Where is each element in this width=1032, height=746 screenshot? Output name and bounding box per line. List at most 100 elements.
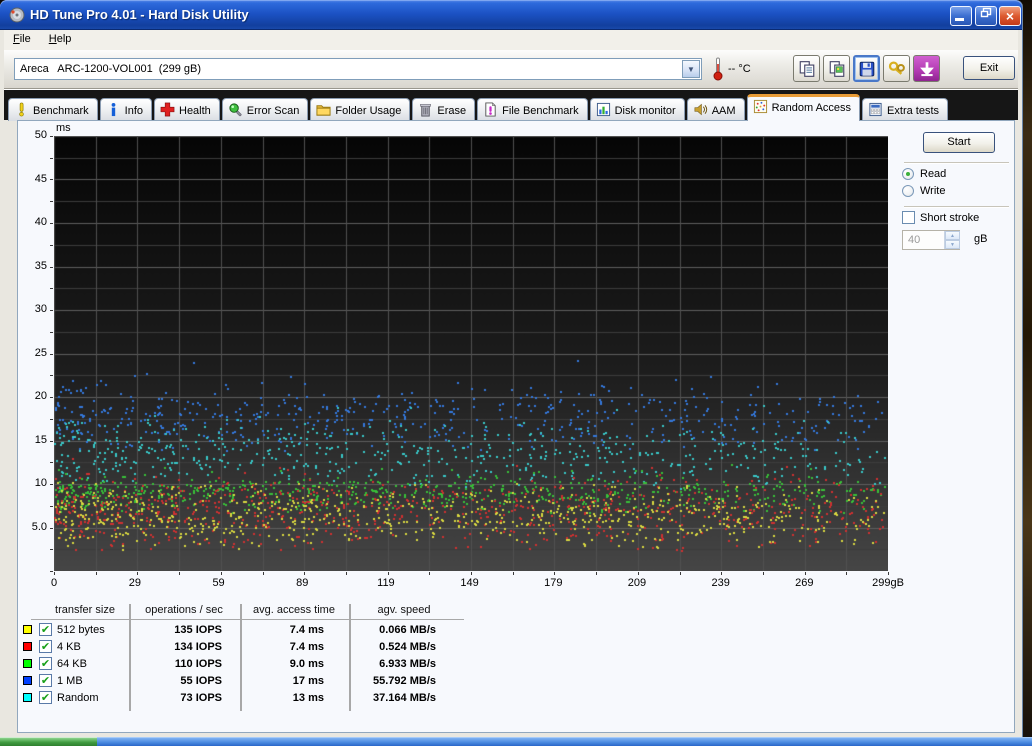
x-tick-label: 0 (30, 577, 78, 589)
y-axis-tick (50, 354, 53, 355)
series-color-swatch (23, 659, 32, 668)
tab-disk-monitor[interactable]: Disk monitor (590, 98, 685, 121)
y-axis-tick (50, 223, 53, 224)
transfer-size-label: 4 KB (57, 641, 81, 653)
radio-label-write: Write (920, 185, 945, 197)
start-menu-button-edge[interactable] (0, 737, 97, 746)
transfer-size-label: Random (57, 692, 99, 704)
options-button[interactable] (883, 55, 910, 82)
y-axis-unit-label: ms (56, 122, 71, 134)
tab-info[interactable]: Info (100, 98, 152, 121)
title-bar[interactable]: HD Tune Pro 4.01 - Hard Disk Utility × (0, 0, 1022, 30)
x-axis-tick (596, 572, 597, 575)
y-axis-tick (50, 441, 53, 442)
series-visible-checkbox[interactable]: ✔ (39, 657, 52, 670)
restore-button[interactable] (975, 6, 997, 26)
x-axis-tick (221, 572, 222, 575)
menu-item-help[interactable]: Help (40, 30, 81, 48)
short-stroke-unit-label: gB (974, 233, 987, 245)
short-stroke-checkbox[interactable] (902, 211, 915, 224)
file-benchmark-icon (483, 102, 498, 117)
y-axis-tick (50, 462, 53, 463)
y-axis-tick (50, 419, 53, 420)
tab-extra-tests[interactable]: Extra tests (862, 98, 948, 121)
x-tick-label: 239 (697, 577, 745, 589)
error-scan-icon (228, 102, 243, 117)
table-value-speed: 0.066 MB/s (353, 624, 436, 636)
download-button[interactable] (913, 55, 940, 82)
series-visible-checkbox[interactable]: ✔ (39, 640, 52, 653)
tab-file-benchmark[interactable]: File Benchmark (477, 98, 587, 121)
transfer-size-label: 1 MB (57, 675, 83, 687)
x-axis-tick (54, 572, 55, 575)
y-tick-label: 50 (21, 129, 47, 141)
tab-label: Disk monitor (615, 105, 676, 117)
y-axis-tick (50, 245, 53, 246)
transfer-size-label: 512 bytes (57, 624, 105, 636)
restore-icon (980, 7, 992, 18)
x-axis-tick (263, 572, 264, 575)
info-icon (106, 102, 121, 117)
copy-text-icon (798, 60, 816, 78)
chevron-down-icon[interactable]: ▼ (682, 60, 700, 78)
minimize-button[interactable] (950, 6, 972, 26)
short-stroke-label: Short stroke (920, 212, 979, 224)
tab-health[interactable]: Health (154, 98, 220, 121)
radio-label-read: Read (920, 168, 946, 180)
random-access-tab-page: ms 5045403530252015105.00295989119149179… (17, 120, 1015, 733)
tab-error-scan[interactable]: Error Scan (222, 98, 309, 121)
series-visible-checkbox[interactable]: ✔ (39, 623, 52, 636)
y-tick-label: 30 (21, 303, 47, 315)
x-tick-label: 59 (195, 577, 243, 589)
x-axis-tick (471, 572, 472, 575)
table-column-separator (349, 604, 351, 711)
download-icon (918, 60, 936, 78)
x-axis-tick (137, 572, 138, 575)
y-axis-tick (50, 549, 53, 550)
random-access-icon (753, 99, 768, 114)
tab-erase[interactable]: Erase (412, 98, 475, 121)
temperature-value: -- °C (728, 63, 751, 75)
tab-benchmark[interactable]: Benchmark (8, 98, 98, 121)
x-tick-label: 149 (446, 577, 494, 589)
benchmark-icon (14, 102, 29, 117)
save-button[interactable] (853, 55, 880, 82)
series-color-swatch (23, 676, 32, 685)
x-axis-tick (346, 572, 347, 575)
series-visible-checkbox[interactable]: ✔ (39, 674, 52, 687)
copy-image-button[interactable] (823, 55, 850, 82)
short-stroke-size-spinner[interactable]: 40 ▲ ▼ (902, 230, 960, 250)
x-axis-tick (388, 572, 389, 575)
table-value-speed: 55.792 MB/s (353, 675, 436, 687)
drive-selector-combobox[interactable]: Areca ARC-1200-VOL001 (299 gB) ▼ (14, 58, 702, 80)
radio-write[interactable] (902, 185, 914, 197)
menu-item-file[interactable]: File (4, 30, 40, 48)
x-axis-tick (888, 572, 889, 575)
close-button[interactable]: × (999, 6, 1021, 26)
app-window: HD Tune Pro 4.01 - Hard Disk Utility × F… (0, 0, 1022, 737)
menu-bar: FileHelp (4, 30, 1018, 50)
spinner-down-icon[interactable]: ▼ (945, 240, 960, 249)
radio-read[interactable] (902, 168, 914, 180)
x-tick-label: 299gB (864, 577, 912, 589)
tab-label: Erase (437, 105, 466, 117)
x-tick-label: 29 (111, 577, 159, 589)
tab-folder-usage[interactable]: Folder Usage (310, 98, 410, 121)
exit-button[interactable]: Exit (963, 56, 1015, 80)
y-axis-tick (50, 506, 53, 507)
tab-random-access[interactable]: Random Access (747, 94, 860, 121)
y-axis-tick (50, 332, 53, 333)
spinner-up-icon[interactable]: ▲ (945, 231, 960, 240)
disk-monitor-icon (596, 102, 611, 117)
options-icon (888, 60, 906, 78)
x-axis-tick (721, 572, 722, 575)
tab-aam[interactable]: AAM (687, 98, 745, 121)
y-axis-tick (50, 528, 53, 529)
series-visible-checkbox[interactable]: ✔ (39, 691, 52, 704)
copy-text-button[interactable] (793, 55, 820, 82)
start-button[interactable]: Start (923, 132, 995, 153)
taskbar-strip[interactable] (97, 737, 1032, 746)
y-axis-tick (50, 288, 53, 289)
y-axis-tick (50, 267, 53, 268)
table-value-access_time: 17 ms (244, 675, 324, 687)
